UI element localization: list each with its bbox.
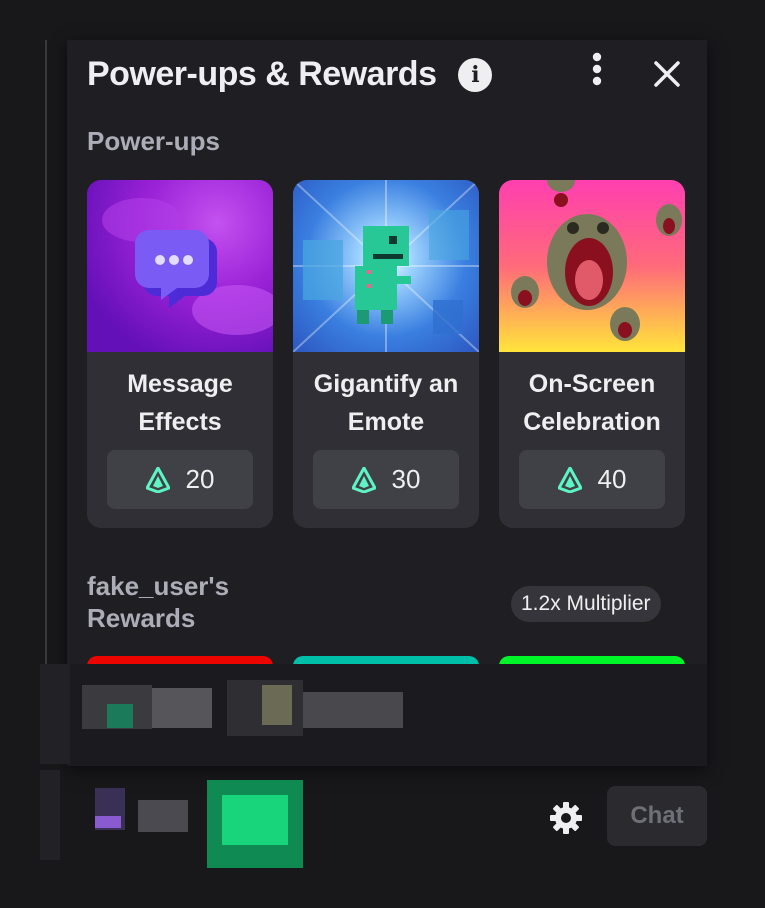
pixelated-block	[303, 692, 403, 728]
close-icon	[654, 61, 680, 87]
powerup-title-line: Effects	[138, 408, 222, 436]
powerup-title: Gigantify an Emote	[293, 365, 479, 441]
message-effects-chat-bubble-icon	[102, 198, 273, 335]
powerups-list: Message Effects 20 Gigantify an Emote 30…	[87, 180, 685, 528]
powerup-title-line: On-Screen	[528, 370, 656, 398]
powerup-cost: 40	[519, 450, 665, 509]
info-icon[interactable]: i	[458, 57, 493, 92]
gigantify-emote-image	[293, 180, 479, 352]
pixelated-block	[222, 795, 288, 845]
pixel-dinosaur-emote-icon	[293, 180, 479, 352]
powerup-card-message-effects[interactable]: Message Effects 20	[87, 180, 273, 528]
message-effects-image	[87, 180, 273, 352]
cost-value: 40	[597, 464, 627, 494]
powerup-card-on-screen-celebration[interactable]: On-Screen Celebration 40	[499, 180, 685, 528]
pixelated-block	[40, 664, 70, 764]
channel-points-icon	[351, 466, 376, 493]
pixelated-block	[40, 770, 60, 860]
chat-send-button[interactable]: Chat	[607, 786, 707, 846]
screaming-lizard-celebration-icon	[511, 180, 682, 341]
powerup-cost: 30	[313, 450, 459, 509]
pixelated-block	[107, 704, 133, 728]
powerup-title-line: Gigantify an	[313, 370, 459, 398]
rewards-title-line: Rewards	[87, 603, 196, 633]
cost-value: 30	[391, 464, 421, 494]
powerups-section-label: Power-ups	[87, 126, 220, 156]
powerup-title-line: Emote	[347, 408, 425, 436]
powerup-title: Message Effects	[87, 365, 273, 441]
powerup-card-gigantify-emote[interactable]: Gigantify an Emote 30	[293, 180, 479, 528]
gear-icon	[550, 802, 582, 834]
powerup-cost: 20	[107, 450, 253, 509]
channel-points-icon	[145, 466, 170, 493]
powerup-title: On-Screen Celebration	[499, 365, 685, 441]
divider-line	[45, 40, 47, 664]
pixelated-block	[95, 816, 121, 828]
power-ups-rewards-panel: Power-ups & Rewards i Power-ups Message …	[67, 40, 707, 766]
channel-points-icon	[557, 466, 582, 493]
stage: Power-ups & Rewards i Power-ups Message …	[0, 0, 765, 908]
rewards-title-line: fake_user's	[87, 571, 230, 601]
powerup-title-line: Message	[127, 370, 233, 398]
pixelated-block	[262, 685, 292, 725]
cost-value: 20	[185, 464, 215, 494]
more-vertical-icon	[592, 52, 602, 86]
panel-title: Power-ups & Rewards	[87, 55, 437, 93]
rewards-section-title: fake_user's Rewards	[87, 570, 229, 634]
on-screen-celebration-image	[499, 180, 685, 352]
chat-settings-button[interactable]	[542, 794, 590, 842]
powerup-title-line: Celebration	[523, 408, 661, 436]
pixelated-block	[138, 800, 188, 832]
pixelated-block	[152, 688, 212, 728]
close-button[interactable]	[642, 49, 692, 99]
more-options-button[interactable]	[567, 49, 627, 89]
multiplier-badge: 1.2x Multiplier	[511, 586, 661, 622]
info-glyph: i	[471, 61, 480, 88]
